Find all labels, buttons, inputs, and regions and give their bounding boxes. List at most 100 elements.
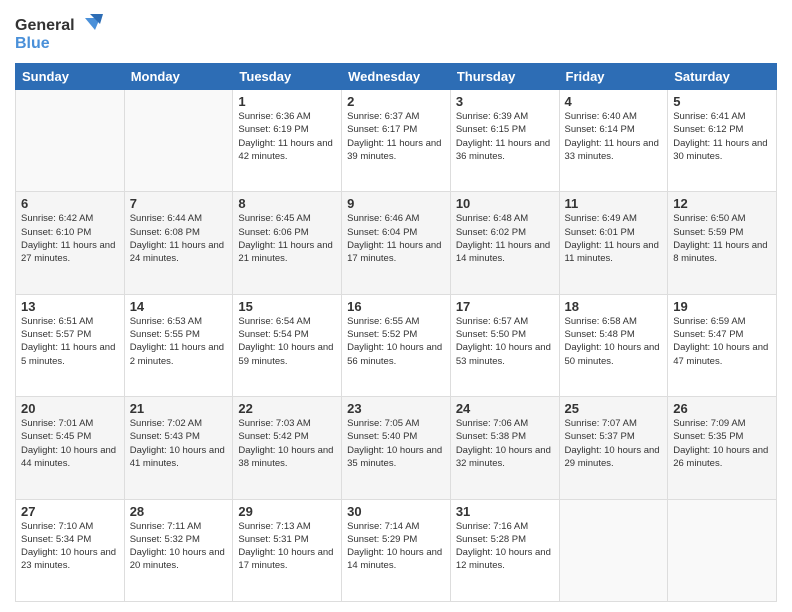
svg-text:General: General [15, 17, 75, 34]
day-number: 15 [238, 299, 336, 314]
day-number: 21 [130, 401, 228, 416]
calendar-cell: 23Sunrise: 7:05 AM Sunset: 5:40 PM Dayli… [342, 397, 451, 499]
day-info: Sunrise: 6:37 AM Sunset: 6:17 PM Dayligh… [347, 110, 445, 163]
day-info: Sunrise: 6:59 AM Sunset: 5:47 PM Dayligh… [673, 315, 771, 368]
day-info: Sunrise: 7:10 AM Sunset: 5:34 PM Dayligh… [21, 520, 119, 573]
day-number: 30 [347, 504, 445, 519]
day-info: Sunrise: 6:36 AM Sunset: 6:19 PM Dayligh… [238, 110, 336, 163]
day-info: Sunrise: 6:57 AM Sunset: 5:50 PM Dayligh… [456, 315, 554, 368]
day-number: 11 [565, 196, 663, 211]
calendar-week-1: 1Sunrise: 6:36 AM Sunset: 6:19 PM Daylig… [16, 90, 777, 192]
calendar-cell: 1Sunrise: 6:36 AM Sunset: 6:19 PM Daylig… [233, 90, 342, 192]
calendar-week-5: 27Sunrise: 7:10 AM Sunset: 5:34 PM Dayli… [16, 499, 777, 601]
calendar-cell: 22Sunrise: 7:03 AM Sunset: 5:42 PM Dayli… [233, 397, 342, 499]
day-info: Sunrise: 7:07 AM Sunset: 5:37 PM Dayligh… [565, 417, 663, 470]
day-info: Sunrise: 7:06 AM Sunset: 5:38 PM Dayligh… [456, 417, 554, 470]
calendar-week-2: 6Sunrise: 6:42 AM Sunset: 6:10 PM Daylig… [16, 192, 777, 294]
day-number: 27 [21, 504, 119, 519]
calendar-cell: 6Sunrise: 6:42 AM Sunset: 6:10 PM Daylig… [16, 192, 125, 294]
calendar-cell: 30Sunrise: 7:14 AM Sunset: 5:29 PM Dayli… [342, 499, 451, 601]
calendar-table: Sunday Monday Tuesday Wednesday Thursday… [15, 63, 777, 602]
col-sunday: Sunday [16, 64, 125, 90]
day-number: 4 [565, 94, 663, 109]
day-info: Sunrise: 7:13 AM Sunset: 5:31 PM Dayligh… [238, 520, 336, 573]
day-number: 16 [347, 299, 445, 314]
calendar-cell: 3Sunrise: 6:39 AM Sunset: 6:15 PM Daylig… [450, 90, 559, 192]
calendar-cell: 24Sunrise: 7:06 AM Sunset: 5:38 PM Dayli… [450, 397, 559, 499]
calendar-cell: 14Sunrise: 6:53 AM Sunset: 5:55 PM Dayli… [124, 294, 233, 396]
day-number: 2 [347, 94, 445, 109]
calendar-cell: 2Sunrise: 6:37 AM Sunset: 6:17 PM Daylig… [342, 90, 451, 192]
col-wednesday: Wednesday [342, 64, 451, 90]
day-number: 20 [21, 401, 119, 416]
day-number: 22 [238, 401, 336, 416]
day-info: Sunrise: 6:40 AM Sunset: 6:14 PM Dayligh… [565, 110, 663, 163]
day-info: Sunrise: 6:48 AM Sunset: 6:02 PM Dayligh… [456, 212, 554, 265]
day-number: 9 [347, 196, 445, 211]
day-info: Sunrise: 6:45 AM Sunset: 6:06 PM Dayligh… [238, 212, 336, 265]
day-info: Sunrise: 6:42 AM Sunset: 6:10 PM Dayligh… [21, 212, 119, 265]
day-info: Sunrise: 6:41 AM Sunset: 6:12 PM Dayligh… [673, 110, 771, 163]
calendar-cell: 29Sunrise: 7:13 AM Sunset: 5:31 PM Dayli… [233, 499, 342, 601]
logo: General Blue [15, 10, 105, 55]
calendar-cell: 17Sunrise: 6:57 AM Sunset: 5:50 PM Dayli… [450, 294, 559, 396]
day-info: Sunrise: 6:51 AM Sunset: 5:57 PM Dayligh… [21, 315, 119, 368]
day-number: 31 [456, 504, 554, 519]
calendar-cell: 31Sunrise: 7:16 AM Sunset: 5:28 PM Dayli… [450, 499, 559, 601]
day-info: Sunrise: 6:58 AM Sunset: 5:48 PM Dayligh… [565, 315, 663, 368]
day-number: 13 [21, 299, 119, 314]
col-saturday: Saturday [668, 64, 777, 90]
calendar-week-4: 20Sunrise: 7:01 AM Sunset: 5:45 PM Dayli… [16, 397, 777, 499]
svg-text:Blue: Blue [15, 35, 50, 52]
day-number: 18 [565, 299, 663, 314]
day-info: Sunrise: 6:55 AM Sunset: 5:52 PM Dayligh… [347, 315, 445, 368]
day-number: 3 [456, 94, 554, 109]
header: General Blue [15, 10, 777, 55]
calendar-cell: 27Sunrise: 7:10 AM Sunset: 5:34 PM Dayli… [16, 499, 125, 601]
calendar-cell: 7Sunrise: 6:44 AM Sunset: 6:08 PM Daylig… [124, 192, 233, 294]
calendar-cell: 12Sunrise: 6:50 AM Sunset: 5:59 PM Dayli… [668, 192, 777, 294]
day-info: Sunrise: 6:44 AM Sunset: 6:08 PM Dayligh… [130, 212, 228, 265]
day-number: 14 [130, 299, 228, 314]
page: General Blue Sunday Monday Tuesday Wedne… [0, 0, 792, 612]
day-number: 17 [456, 299, 554, 314]
calendar-cell [124, 90, 233, 192]
day-info: Sunrise: 6:54 AM Sunset: 5:54 PM Dayligh… [238, 315, 336, 368]
col-tuesday: Tuesday [233, 64, 342, 90]
day-number: 6 [21, 196, 119, 211]
col-thursday: Thursday [450, 64, 559, 90]
day-number: 24 [456, 401, 554, 416]
col-friday: Friday [559, 64, 668, 90]
day-info: Sunrise: 6:50 AM Sunset: 5:59 PM Dayligh… [673, 212, 771, 265]
day-info: Sunrise: 7:01 AM Sunset: 5:45 PM Dayligh… [21, 417, 119, 470]
header-row: Sunday Monday Tuesday Wednesday Thursday… [16, 64, 777, 90]
day-number: 1 [238, 94, 336, 109]
calendar-cell: 26Sunrise: 7:09 AM Sunset: 5:35 PM Dayli… [668, 397, 777, 499]
day-number: 7 [130, 196, 228, 211]
calendar-cell: 15Sunrise: 6:54 AM Sunset: 5:54 PM Dayli… [233, 294, 342, 396]
day-info: Sunrise: 6:53 AM Sunset: 5:55 PM Dayligh… [130, 315, 228, 368]
calendar-cell: 18Sunrise: 6:58 AM Sunset: 5:48 PM Dayli… [559, 294, 668, 396]
calendar-cell: 4Sunrise: 6:40 AM Sunset: 6:14 PM Daylig… [559, 90, 668, 192]
day-number: 28 [130, 504, 228, 519]
day-number: 23 [347, 401, 445, 416]
day-number: 25 [565, 401, 663, 416]
calendar-cell: 19Sunrise: 6:59 AM Sunset: 5:47 PM Dayli… [668, 294, 777, 396]
calendar-cell: 20Sunrise: 7:01 AM Sunset: 5:45 PM Dayli… [16, 397, 125, 499]
day-info: Sunrise: 7:09 AM Sunset: 5:35 PM Dayligh… [673, 417, 771, 470]
day-number: 8 [238, 196, 336, 211]
day-number: 29 [238, 504, 336, 519]
calendar-cell: 28Sunrise: 7:11 AM Sunset: 5:32 PM Dayli… [124, 499, 233, 601]
day-info: Sunrise: 7:16 AM Sunset: 5:28 PM Dayligh… [456, 520, 554, 573]
day-info: Sunrise: 7:14 AM Sunset: 5:29 PM Dayligh… [347, 520, 445, 573]
day-number: 26 [673, 401, 771, 416]
calendar-cell: 10Sunrise: 6:48 AM Sunset: 6:02 PM Dayli… [450, 192, 559, 294]
day-number: 12 [673, 196, 771, 211]
calendar-cell: 16Sunrise: 6:55 AM Sunset: 5:52 PM Dayli… [342, 294, 451, 396]
day-number: 10 [456, 196, 554, 211]
calendar-cell [16, 90, 125, 192]
day-info: Sunrise: 7:02 AM Sunset: 5:43 PM Dayligh… [130, 417, 228, 470]
calendar-cell: 13Sunrise: 6:51 AM Sunset: 5:57 PM Dayli… [16, 294, 125, 396]
calendar-week-3: 13Sunrise: 6:51 AM Sunset: 5:57 PM Dayli… [16, 294, 777, 396]
day-info: Sunrise: 7:05 AM Sunset: 5:40 PM Dayligh… [347, 417, 445, 470]
